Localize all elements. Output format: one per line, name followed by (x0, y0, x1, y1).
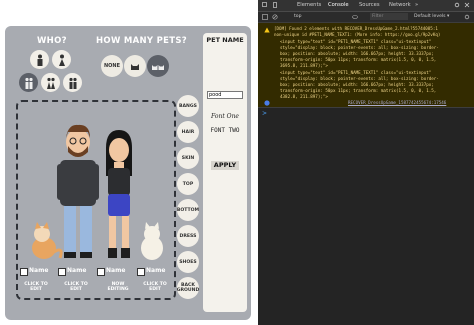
console-info-row: RECOVER_DressUpGame_1587742455674:17546 (258, 98, 474, 108)
slot-3-caption[interactable]: NOW EDITING (104, 282, 132, 292)
devtools-tabbar: Elements Console Sources Network » (258, 0, 474, 12)
person-dress-icon (58, 54, 65, 66)
slot-2-caption[interactable]: CLICK TO EDIT (62, 282, 90, 292)
eye-icon[interactable] (352, 14, 358, 20)
pet-name-input[interactable] (207, 91, 243, 99)
clear-console-icon[interactable] (272, 14, 278, 20)
console-line: transform-origin: 50px 11px; transform: … (280, 88, 437, 93)
console-line: style="display: block; pointer-events: a… (280, 45, 439, 50)
game-canvas: WHO? HOW MANY PETS? NONE Name CLICK TO E… (0, 0, 258, 325)
console-line: <input type="text" id="PET1_NAME_TEXT1" … (280, 70, 432, 75)
who-title: WHO? (37, 36, 67, 46)
slot-4-caption[interactable]: CLICK TO EDIT (141, 282, 169, 292)
font-two-option[interactable]: FONT TWO (203, 127, 247, 134)
tab-network[interactable]: Network (389, 2, 411, 8)
pets-one-button[interactable] (124, 55, 146, 77)
pet-name-panel: PET NAME Font One FONT TWO APPLY (203, 33, 247, 312)
console-line: transform-origin: 50px 11px; transform: … (280, 57, 437, 62)
slot-2-name: Name (67, 267, 87, 274)
font-one-option[interactable]: Font One (203, 113, 247, 120)
man-figure (57, 124, 99, 258)
two-cats-icon (152, 65, 164, 70)
two-women-icon (46, 77, 55, 89)
sidebar-toggle-icon[interactable] (262, 14, 268, 20)
bottom-button[interactable]: BOTTOM (177, 199, 199, 221)
white-cat-figure (141, 222, 163, 260)
info-icon (264, 100, 270, 106)
console-source-link[interactable]: RECOVER_DressUpGame_1587742455674:17546 (348, 100, 446, 105)
who-two-men-button[interactable] (63, 73, 82, 92)
devtools-panel: Elements Console Sources Network » top F… (258, 0, 474, 325)
slot-1-checkbox[interactable] (20, 268, 28, 276)
tab-elements[interactable]: Elements (297, 2, 321, 8)
more-tabs-button[interactable]: » (415, 2, 418, 8)
device-toolbar-icon[interactable] (272, 2, 278, 8)
top-button[interactable]: TOP (177, 173, 199, 195)
shoes-button[interactable]: SHOES (177, 251, 199, 273)
who-two-women-button[interactable] (41, 73, 60, 92)
console-line: non-unique id #PET1_NAME_TEXT1: (More in… (274, 32, 441, 37)
slot-4-name: Name (146, 267, 166, 274)
settings-icon[interactable] (454, 2, 460, 8)
slot-3-checkbox[interactable] (97, 268, 105, 276)
slot-1-caption[interactable]: CLICK TO EDIT (22, 282, 50, 292)
console-line: [DOM] Found 2 elements with RECOVER_Dres… (274, 26, 438, 31)
tab-sources[interactable]: Sources (359, 2, 380, 8)
who-woman-button[interactable] (52, 50, 71, 69)
log-levels-dropdown[interactable]: Default levels ▾ (414, 14, 449, 19)
how-many-pets-title: HOW MANY PETS? (96, 36, 188, 46)
characters-illustration (32, 124, 163, 260)
apply-button[interactable]: APPLY (211, 161, 239, 170)
console-settings-icon[interactable] (464, 14, 470, 20)
console-prompt[interactable]: > (262, 110, 267, 117)
console-line: style="display: block; pointer-events: a… (280, 76, 439, 81)
warning-icon (264, 27, 270, 33)
two-men-icon (68, 77, 77, 89)
couple-icon (24, 77, 33, 89)
bangs-button[interactable]: BANGS (177, 95, 199, 117)
who-couple-button[interactable] (19, 73, 38, 92)
tab-console[interactable]: Console (328, 2, 349, 8)
background-button[interactable]: BACK GROUND (177, 277, 199, 299)
woman-figure (106, 130, 132, 258)
console-toolbar: top Filter Default levels ▾ (258, 12, 474, 23)
slot-4-checkbox[interactable] (137, 268, 145, 276)
pet-name-title: PET NAME (206, 36, 244, 44)
slot-2-checkbox[interactable] (58, 268, 66, 276)
person-icon (37, 54, 42, 66)
dress-button[interactable]: DRESS (177, 225, 199, 247)
console-line: box; position: absolute; width: 166.667p… (280, 82, 434, 87)
pets-none-button[interactable]: NONE (101, 55, 123, 77)
orange-cat-figure (32, 222, 63, 259)
who-man-button[interactable] (30, 50, 49, 69)
slot-1-name: Name (29, 267, 49, 274)
inspect-icon[interactable] (262, 2, 268, 8)
close-icon[interactable] (464, 2, 470, 8)
console-warning-message: [DOM] Found 2 elements with RECOVER_Dres… (258, 23, 474, 108)
context-selector[interactable]: top (294, 14, 302, 19)
cat-icon (131, 64, 139, 70)
skin-button[interactable]: SKIN (177, 147, 199, 169)
hair-button[interactable]: HAIR (177, 121, 199, 143)
slot-3-name: Name (106, 267, 126, 274)
console-filter-input[interactable]: Filter (370, 13, 408, 20)
pets-two-button[interactable] (147, 55, 169, 77)
console-line: 3695.8, 211.897);"> (280, 63, 328, 68)
console-line: <input type="text" id="PET1_NAME_TEXT1" … (280, 39, 432, 44)
console-line: box; position: absolute; width: 166.667p… (280, 51, 434, 56)
